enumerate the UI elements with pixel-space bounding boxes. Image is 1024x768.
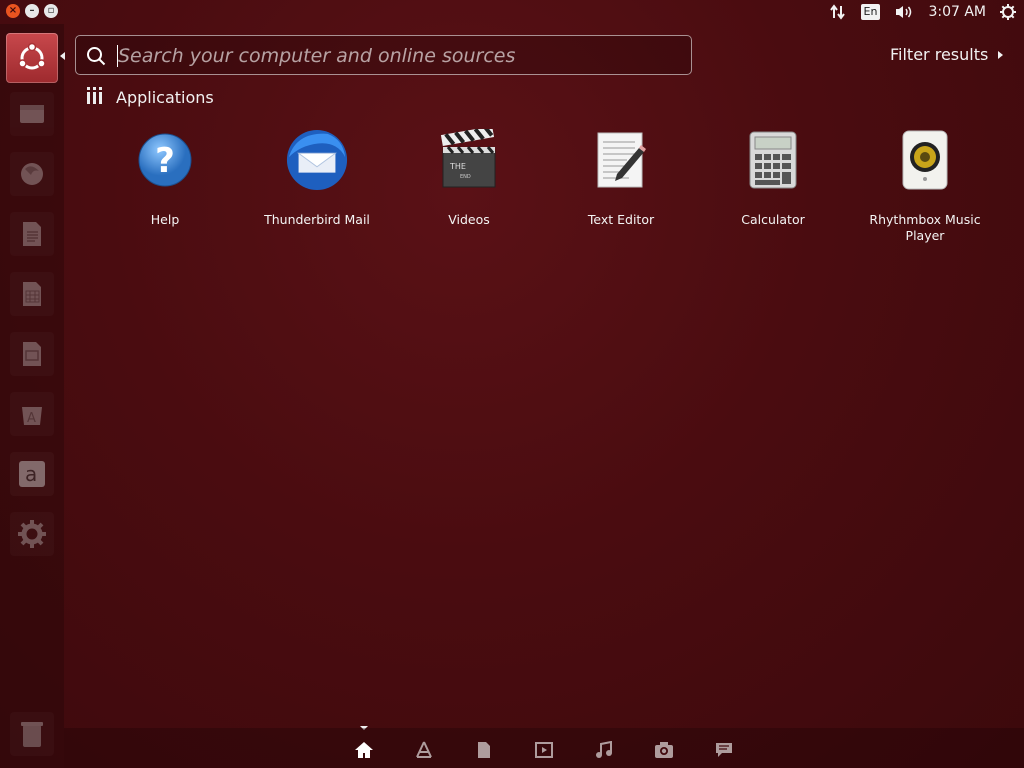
rhythmbox-speaker-icon xyxy=(893,128,957,192)
keyboard-layout-indicator[interactable]: En xyxy=(860,4,881,20)
calculator-icon xyxy=(741,128,805,192)
app-tile-thunderbird[interactable]: Thunderbird Mail xyxy=(242,128,392,228)
app-label: Text Editor xyxy=(587,212,655,227)
app-tile-rhythmbox[interactable]: Rhythmbox Music Player xyxy=(850,128,1000,244)
svg-text:END: END xyxy=(460,174,471,180)
text-cursor xyxy=(117,45,118,67)
network-updown-icon[interactable] xyxy=(829,4,847,20)
app-tile-calculator[interactable]: Calculator xyxy=(698,128,848,228)
applications-lens-icon[interactable] xyxy=(414,740,434,760)
app-label: Videos xyxy=(448,212,490,227)
window-controls: × – ▫ xyxy=(6,4,58,18)
system-settings-icon[interactable] xyxy=(10,512,54,556)
active-arrow-icon xyxy=(60,52,65,60)
libreoffice-writer-icon[interactable] xyxy=(10,212,54,256)
firefox-icon[interactable] xyxy=(10,152,54,196)
clock[interactable]: 3:07 AM xyxy=(928,4,986,20)
svg-text:?: ? xyxy=(155,141,175,181)
files-icon[interactable] xyxy=(10,92,54,136)
keyboard-layout-label: En xyxy=(860,4,881,20)
video-lens-icon[interactable] xyxy=(534,740,554,760)
social-lens-icon[interactable] xyxy=(714,740,734,760)
search-box[interactable] xyxy=(75,35,692,75)
svg-text:A: A xyxy=(27,411,36,426)
files-lens-icon[interactable] xyxy=(474,740,494,760)
indicator-area: En 3:07 AM xyxy=(829,0,1024,24)
software-center-icon[interactable]: A xyxy=(10,392,54,436)
amazon-icon[interactable]: a xyxy=(10,452,54,496)
gear-power-icon[interactable] xyxy=(1000,4,1016,20)
help-icon: ? xyxy=(133,128,197,192)
svg-text:a: a xyxy=(25,462,37,486)
app-tile-text-editor[interactable]: Text Editor xyxy=(546,128,696,228)
search-icon xyxy=(86,46,106,66)
videos-clapperboard-icon: THE END xyxy=(437,128,501,192)
app-label: Rhythmbox Music Player xyxy=(869,212,981,243)
category-header[interactable]: Applications xyxy=(86,86,214,108)
app-label: Help xyxy=(150,212,180,227)
libreoffice-calc-icon[interactable] xyxy=(10,272,54,316)
music-lens-icon[interactable] xyxy=(594,740,614,760)
app-label: Thunderbird Mail xyxy=(264,212,370,227)
libreoffice-impress-icon[interactable] xyxy=(10,332,54,376)
text-editor-icon xyxy=(589,128,653,192)
applications-category-icon xyxy=(86,86,104,108)
photo-lens-icon[interactable] xyxy=(654,740,674,760)
svg-text:THE: THE xyxy=(449,162,466,171)
close-icon[interactable]: × xyxy=(6,4,20,18)
maximize-icon[interactable]: ▫ xyxy=(44,4,58,18)
launcher: A a xyxy=(0,24,65,768)
category-label: Applications xyxy=(116,87,214,107)
top-panel: × – ▫ En 3:07 AM xyxy=(0,0,1024,24)
app-label: Calculator xyxy=(741,212,805,227)
home-lens-icon[interactable] xyxy=(354,740,374,760)
filter-results-button[interactable]: Filter results xyxy=(890,45,1004,64)
minimize-icon[interactable]: – xyxy=(25,4,39,18)
app-tile-videos[interactable]: THE END Videos xyxy=(394,128,544,228)
app-tile-help[interactable]: ? Help xyxy=(90,128,240,228)
chevron-right-icon xyxy=(998,50,1004,59)
search-input[interactable] xyxy=(116,42,680,70)
ubuntu-dash-icon[interactable] xyxy=(6,33,58,83)
filter-results-label: Filter results xyxy=(890,45,989,64)
volume-icon[interactable] xyxy=(894,4,914,20)
thunderbird-icon xyxy=(285,128,349,192)
trash-icon[interactable] xyxy=(10,712,54,756)
lens-bar xyxy=(64,728,1024,768)
